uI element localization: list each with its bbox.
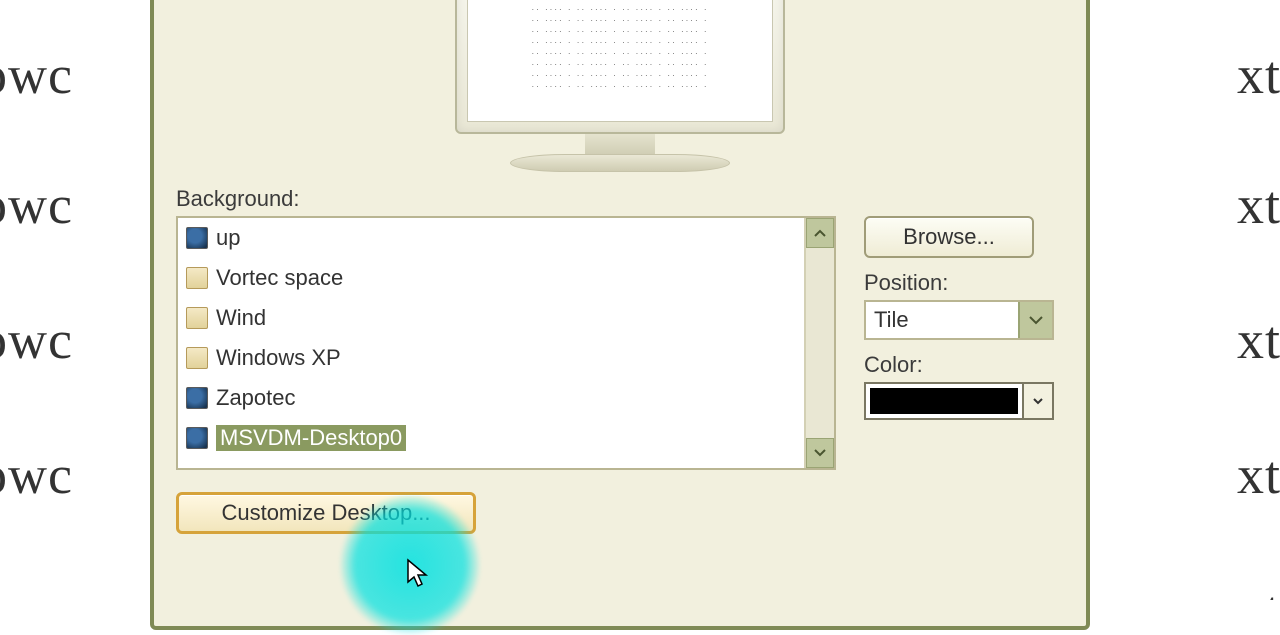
jpeg-file-icon	[186, 227, 208, 249]
monitor-bezel: ·· ···· · ·· ···· · ·· ···· · ·· ···· · …	[455, 0, 785, 134]
background-list-item-label: Vortec space	[216, 265, 343, 291]
display-properties-dialog: ·· ···· · ·· ···· · ·· ···· · ·· ···· · …	[150, 0, 1090, 630]
background-list-item-label: Zapotec	[216, 385, 296, 411]
chevron-down-icon	[1033, 398, 1043, 405]
browse-button[interactable]: Browse...	[864, 216, 1034, 258]
color-dropdown-button[interactable]	[1022, 384, 1052, 418]
bmp-file-icon	[186, 347, 208, 369]
jpeg-file-icon	[186, 387, 208, 409]
background-list-item[interactable]: Windows XP	[178, 338, 804, 378]
background-list-item-label: Windows XP	[216, 345, 341, 371]
background-listbox[interactable]: up Vortec space Wind Windows XP Zapotec MSVDM…	[176, 216, 836, 470]
color-select[interactable]	[864, 382, 1054, 420]
position-dropdown-button[interactable]	[1018, 302, 1052, 338]
position-label: Position:	[864, 270, 1064, 296]
customize-desktop-button[interactable]: Customize Desktop...	[176, 492, 476, 534]
scroll-down-button[interactable]	[806, 438, 834, 468]
position-value: Tile	[866, 302, 1018, 338]
background-list-item[interactable]: up	[178, 218, 804, 258]
bmp-file-icon	[186, 307, 208, 329]
background-list-item[interactable]: Zapotec	[178, 378, 804, 418]
background-list-item[interactable]: MSVDM-Desktop0	[178, 418, 804, 458]
background-list-item-label: MSVDM-Desktop0	[216, 425, 406, 451]
chevron-down-icon	[1029, 316, 1043, 325]
scroll-up-button[interactable]	[806, 218, 834, 248]
background-list-item[interactable]: Vortec space	[178, 258, 804, 298]
jpeg-file-icon	[186, 427, 208, 449]
background-label: Background:	[176, 186, 836, 212]
monitor-preview: ·· ···· · ·· ···· · ·· ···· · ·· ···· · …	[455, 0, 785, 172]
monitor-screen: ·· ···· · ·· ···· · ·· ···· · ·· ···· · …	[467, 0, 773, 122]
color-swatch	[870, 388, 1018, 414]
color-label: Color:	[864, 352, 1064, 378]
background-list-item-label: Wind	[216, 305, 266, 331]
background-list-item-label: up	[216, 225, 240, 251]
bmp-file-icon	[186, 267, 208, 289]
listbox-scrollbar[interactable]	[804, 218, 834, 468]
background-list-item[interactable]: Wind	[178, 298, 804, 338]
chevron-up-icon	[814, 229, 826, 237]
monitor-base	[510, 154, 730, 172]
chevron-down-icon	[814, 449, 826, 457]
position-select[interactable]: Tile	[864, 300, 1054, 340]
